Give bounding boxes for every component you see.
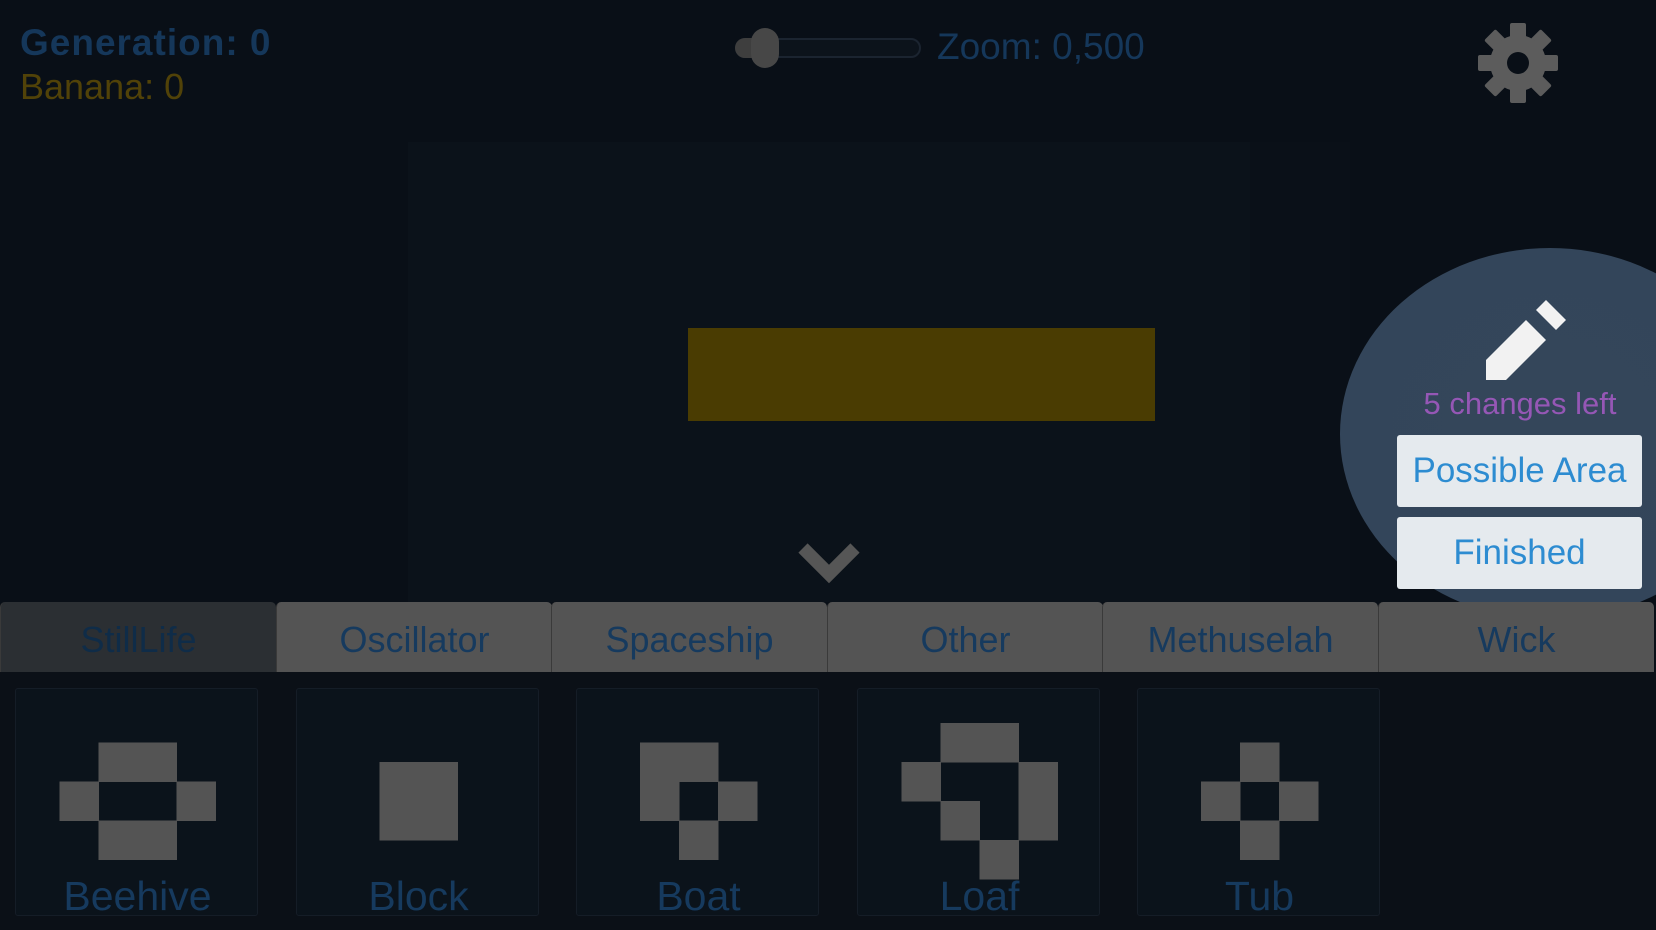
generation-counter: Generation: 0	[20, 22, 272, 63]
pattern-cell	[640, 781, 680, 821]
pattern-category-tabs: StillLife Oscillator Spaceship Other Methuse…	[0, 602, 1656, 672]
pencil-icon[interactable]	[1482, 300, 1566, 380]
live-cells[interactable]	[688, 328, 1155, 421]
pattern-cell	[718, 781, 758, 821]
pattern-cell	[1201, 781, 1241, 821]
pattern-card-label: Tub	[1224, 873, 1295, 919]
pattern-cell	[1018, 801, 1058, 841]
pattern-cell	[679, 820, 719, 860]
edit-panel: 5 changes left Possible Area Finished	[1380, 290, 1656, 600]
zoom-slider-handle[interactable]	[751, 28, 779, 68]
game-screen: Generation: 0 Banana: 0 Zoom: 0,500 5 ch…	[0, 0, 1656, 930]
tab-stilllife[interactable]: StillLife	[0, 602, 276, 672]
pattern-card-label: Loaf	[939, 873, 1020, 919]
pattern-cell	[98, 820, 138, 860]
pattern-cell	[98, 742, 138, 782]
zoom-slider[interactable]	[735, 28, 921, 68]
pattern-card-beehive[interactable]: Beehive	[15, 688, 258, 919]
pattern-preview	[1201, 742, 1319, 860]
pattern-cell	[176, 781, 216, 821]
changes-left-text: 5 changes left	[1423, 386, 1617, 421]
zoom-label: Zoom: 0,500	[937, 26, 1145, 67]
pattern-cell	[418, 801, 458, 841]
pattern-card-label: Beehive	[63, 873, 212, 919]
pattern-cell	[679, 742, 719, 782]
pattern-cell	[418, 762, 458, 802]
board-edge	[1250, 142, 1350, 602]
pattern-cell	[137, 742, 177, 782]
pattern-card-label: Boat	[656, 873, 741, 919]
pattern-cell	[1279, 781, 1319, 821]
tab-methuselah[interactable]: Methuselah	[1102, 602, 1378, 672]
pattern-cell	[1240, 820, 1280, 860]
pattern-preview	[379, 762, 458, 841]
pattern-cell	[940, 801, 980, 841]
pattern-card-loaf[interactable]: Loaf	[857, 688, 1100, 919]
tab-oscillator[interactable]: Oscillator	[276, 602, 552, 672]
gear-icon[interactable]	[1477, 22, 1559, 104]
pattern-cell	[979, 723, 1019, 763]
tab-wick[interactable]: Wick	[1378, 602, 1654, 672]
pattern-cell	[137, 820, 177, 860]
pattern-cell	[901, 762, 941, 802]
pattern-card-label: Block	[368, 873, 469, 919]
pattern-preview	[640, 742, 758, 860]
pattern-card-tub[interactable]: Tub	[1137, 688, 1380, 919]
pattern-cell	[640, 742, 680, 782]
pattern-cell	[940, 723, 980, 763]
pattern-cell	[379, 762, 419, 802]
banana-counter: Banana: 0	[20, 66, 185, 107]
pattern-cell	[59, 781, 99, 821]
pattern-cell	[1240, 742, 1280, 782]
pattern-preview	[59, 742, 216, 860]
pattern-card-boat[interactable]: Boat	[576, 688, 819, 919]
pattern-cell	[379, 801, 419, 841]
chevron-down-icon[interactable]	[797, 540, 861, 586]
tab-spaceship[interactable]: Spaceship	[551, 602, 827, 672]
possible-area-button[interactable]: Possible Area	[1397, 435, 1642, 507]
pattern-preview	[901, 723, 1058, 880]
pattern-cell	[1018, 762, 1058, 802]
tab-other[interactable]: Other	[827, 602, 1103, 672]
pattern-card-block[interactable]: Block	[296, 688, 539, 919]
finished-button[interactable]: Finished	[1397, 517, 1642, 589]
